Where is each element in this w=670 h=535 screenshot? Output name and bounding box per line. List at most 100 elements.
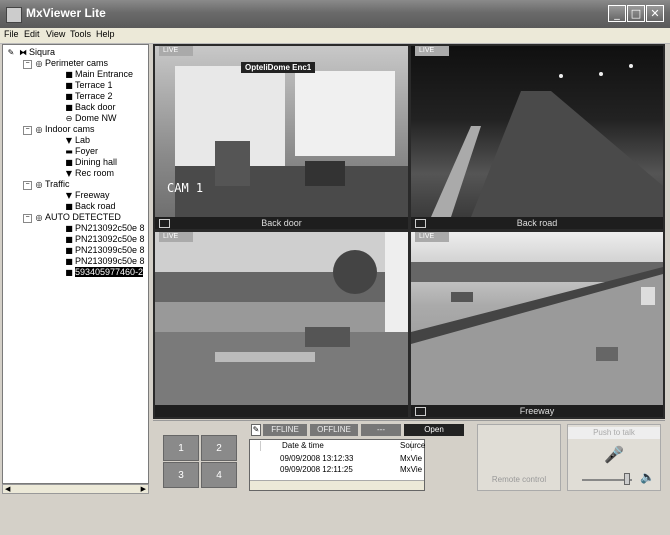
tab-dash[interactable]: --- (361, 424, 401, 436)
tree-item[interactable]: ■ Terrace 1 (63, 80, 112, 91)
caption-text: Back road (516, 218, 558, 228)
camera-icon: ■ (65, 235, 73, 244)
camera-tree: ✎ ⧓ Siqura ◎ Perimeter cams ■ Main Entrance … (2, 44, 149, 484)
tree-root[interactable]: ✎ ⧓ Siqura (5, 47, 55, 58)
expand-toggle[interactable]: − (23, 214, 32, 223)
tree-item-selected[interactable]: ■ 5934059774​60-2 (63, 267, 144, 278)
menu-bar: File Edit View Tools Help (0, 28, 670, 44)
events-table: Date & time Source 09/09/2008 13:12:33 M… (249, 439, 425, 491)
event-source: MxView (400, 454, 422, 463)
tree-item[interactable]: ▼ Lab (63, 135, 90, 146)
menu-file[interactable]: File (4, 29, 19, 39)
camera-icon: ▼ (65, 136, 73, 145)
tab-offline-1[interactable]: FFLINE (263, 424, 307, 436)
push-to-talk-button[interactable]: Push to talk (568, 427, 660, 439)
tree-group-traffic[interactable]: ◎ Traffic (33, 179, 70, 190)
camera-small-icon (415, 407, 426, 416)
expand-toggle[interactable]: − (23, 181, 32, 190)
column-header-date[interactable]: Date & time (262, 441, 412, 451)
tree-scrollbar[interactable]: ◀ ▶ (2, 484, 149, 494)
camera-view-freeway[interactable]: LIVE Freeway (411, 232, 663, 417)
caption-text: Freeway (519, 406, 555, 416)
event-time: 09/09/2008 13:12:33 (280, 454, 354, 463)
layout-button-4[interactable]: 4 (201, 462, 237, 488)
scroll-left-icon[interactable]: ◀ (5, 485, 10, 493)
camera-small-icon (159, 219, 170, 228)
dome-camera-icon: ⊖ (65, 114, 73, 123)
event-time: 09/09/2008 12:11:25 (280, 465, 353, 474)
camera-icon: ▬ (65, 147, 73, 156)
push-to-talk-panel: Push to talk 🎤 🔈 (567, 424, 661, 491)
open-button[interactable]: Open (404, 424, 464, 436)
menu-edit[interactable]: Edit (24, 29, 40, 39)
minimize-button[interactable]: _ (608, 5, 626, 22)
tree-item[interactable]: ■ Dining hall (63, 157, 117, 168)
control-panel: 1 2 3 4 ✎ FFLINE OFFLINE --- Open Date &… (153, 420, 665, 495)
camera-icon: ■ (65, 224, 73, 233)
network-icon: ⧓ (19, 48, 27, 57)
window-title: MxViewer Lite (26, 6, 106, 20)
camera-caption: Back road (411, 217, 663, 229)
camera-view-back-door[interactable]: LIVE OpteliDome Enc1 CAM 1 Back door (155, 46, 408, 229)
menu-view[interactable]: View (46, 29, 65, 39)
expand-toggle[interactable]: − (23, 126, 32, 135)
remote-control-panel[interactable]: Remote control (477, 424, 561, 491)
camera-icon: ■ (65, 92, 73, 101)
camera-icon: ■ (65, 81, 73, 90)
title-bar: MxViewer Lite _ □ ✕ (0, 0, 670, 28)
tree-item[interactable]: ■ PN213092c50e 8 (63, 223, 144, 234)
camera-icon: ■ (65, 257, 73, 266)
camera-icon: ■ (65, 202, 73, 211)
camera-icon: ■ (65, 70, 73, 79)
tree-item[interactable]: ■ Main Entrance (63, 69, 133, 80)
menu-tools[interactable]: Tools (70, 29, 91, 39)
tree-item[interactable]: ■ Terrace 2 (63, 91, 112, 102)
maximize-button[interactable]: □ (627, 5, 645, 22)
camera-icon: ▼ (65, 169, 73, 178)
camera-icon: ■ (65, 103, 73, 112)
app-icon (6, 7, 22, 23)
tree-item[interactable]: ■ PN213099c50e 8 (63, 245, 144, 256)
tree-item[interactable]: ⊖ Dome NW (63, 113, 117, 124)
camera-overlay-label: OpteliDome Enc1 (241, 62, 316, 73)
tree-item[interactable]: ▼ Rec room (63, 168, 114, 179)
event-source: MxView (400, 465, 422, 474)
camera-view-terrace[interactable]: LIVE (155, 232, 408, 417)
group-icon: ◎ (35, 213, 43, 222)
layout-button-1[interactable]: 1 (163, 435, 199, 461)
layout-button-3[interactable]: 3 (163, 462, 199, 488)
tree-item[interactable]: ▬ Foyer (63, 146, 98, 157)
camera-caption: Freeway (411, 405, 663, 417)
live-badge: LIVE (159, 46, 193, 56)
close-button[interactable]: ✕ (646, 5, 664, 22)
camera-icon: ■ (65, 246, 73, 255)
tree-item[interactable]: ■ PN213099c50e 8 (63, 256, 144, 267)
pencil-icon[interactable]: ✎ (5, 47, 17, 58)
menu-help[interactable]: Help (96, 29, 115, 39)
speaker-icon[interactable]: 🔈 (640, 470, 655, 484)
group-icon: ◎ (35, 180, 43, 189)
expand-toggle[interactable]: − (23, 60, 32, 69)
tree-group-perimeter[interactable]: ◎ Perimeter cams (33, 58, 109, 69)
group-icon: ◎ (35, 59, 43, 68)
scroll-right-icon[interactable]: ▶ (141, 485, 146, 493)
camera-caption (155, 405, 408, 417)
caption-text: Back door (261, 218, 302, 228)
volume-slider-handle[interactable] (624, 473, 630, 485)
tree-item[interactable]: ▼ Freeway (63, 190, 110, 201)
tree-item[interactable]: ■ Back door (63, 102, 115, 113)
camera-icon: ■ (65, 158, 73, 167)
pencil-icon[interactable]: ✎ (251, 424, 261, 436)
layout-button-2[interactable]: 2 (201, 435, 237, 461)
live-badge: LIVE (415, 46, 449, 56)
camera-view-back-road[interactable]: LIVE Back road (411, 46, 663, 229)
camera-image (411, 262, 663, 405)
tab-offline-2[interactable]: OFFLINE (310, 424, 358, 436)
tree-group-auto[interactable]: ◎ AUTO DETECTED (33, 212, 121, 223)
events-scrollbar[interactable] (250, 480, 424, 490)
tree-item[interactable]: ■ PN213092c50e 8 (63, 234, 144, 245)
camera-small-icon (415, 219, 426, 228)
column-header-source[interactable]: Source (400, 441, 425, 451)
tree-group-indoor[interactable]: ◎ Indoor cams (33, 124, 95, 135)
tree-item[interactable]: ■ Back road (63, 201, 115, 212)
